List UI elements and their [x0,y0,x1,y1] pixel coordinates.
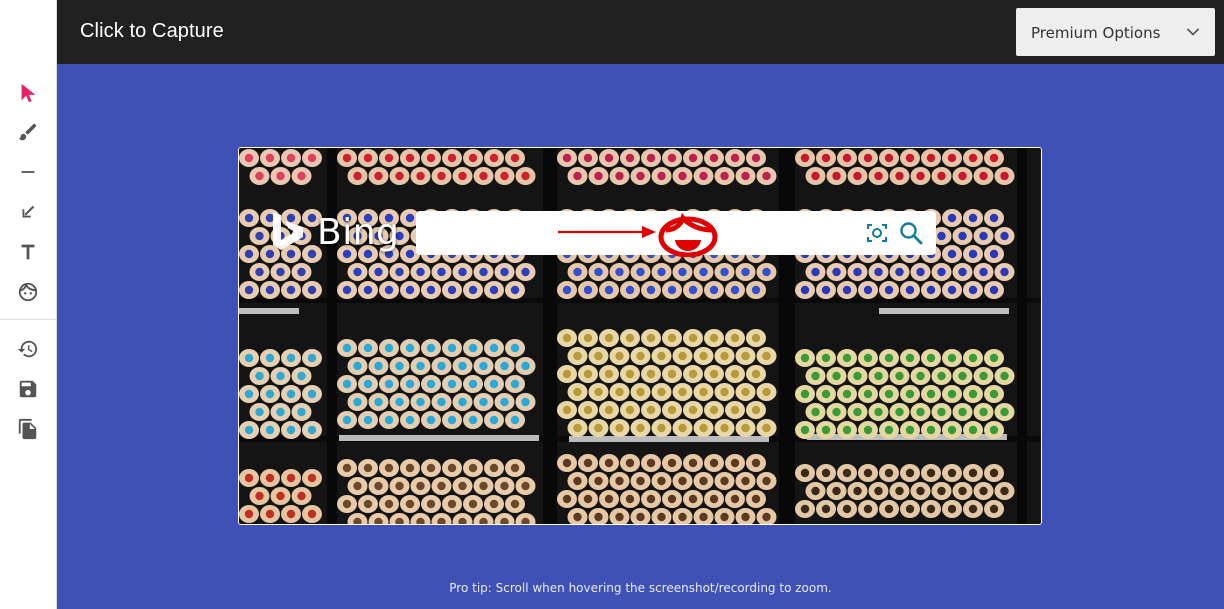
copy-icon [18,418,37,440]
save-button[interactable] [14,375,42,403]
capture-stage: Bing Pro tip: Scroll when hovering the s… [57,64,1224,609]
save-icon [19,380,37,398]
chevron-down-icon [1186,28,1200,36]
face-blur-tool-button[interactable] [14,278,42,306]
toolbar-divider [0,319,57,320]
search-icon[interactable] [898,220,924,246]
brush-icon [18,123,37,141]
history-button[interactable] [14,335,42,363]
bing-logo-text: Bing [317,212,400,253]
red-face-sticker-annotation[interactable] [656,213,720,257]
pro-tip-text: Pro tip: Scroll when hovering the screen… [449,581,832,595]
top-app-bar: Click to Capture Premium Options [57,0,1224,64]
arrow-tool-button[interactable] [14,198,42,226]
face-blur-icon [18,282,38,302]
text-tool-button[interactable] [14,238,42,266]
pencil-shelf-background [239,148,1041,524]
cursor-icon [21,83,36,103]
app-title: Click to Capture [80,20,224,42]
bing-search-box[interactable] [416,211,936,257]
text-icon [21,244,35,260]
select-tool-button[interactable] [14,79,42,107]
line-icon [21,171,35,173]
tool-sidebar [0,0,57,609]
premium-options-label: Premium Options [1031,24,1161,42]
arrow-icon [22,205,35,218]
app-root: Click to Capture Premium Options Bing Pr… [0,0,1224,609]
line-tool-button[interactable] [14,158,42,186]
captured-screenshot[interactable]: Bing [238,147,1042,525]
premium-options-dropdown[interactable]: Premium Options [1016,8,1215,56]
brush-tool-button[interactable] [14,118,42,146]
visual-search-icon[interactable] [865,221,889,245]
red-arrow-annotation[interactable] [558,221,658,243]
history-icon [17,340,38,358]
copy-button[interactable] [14,415,42,443]
